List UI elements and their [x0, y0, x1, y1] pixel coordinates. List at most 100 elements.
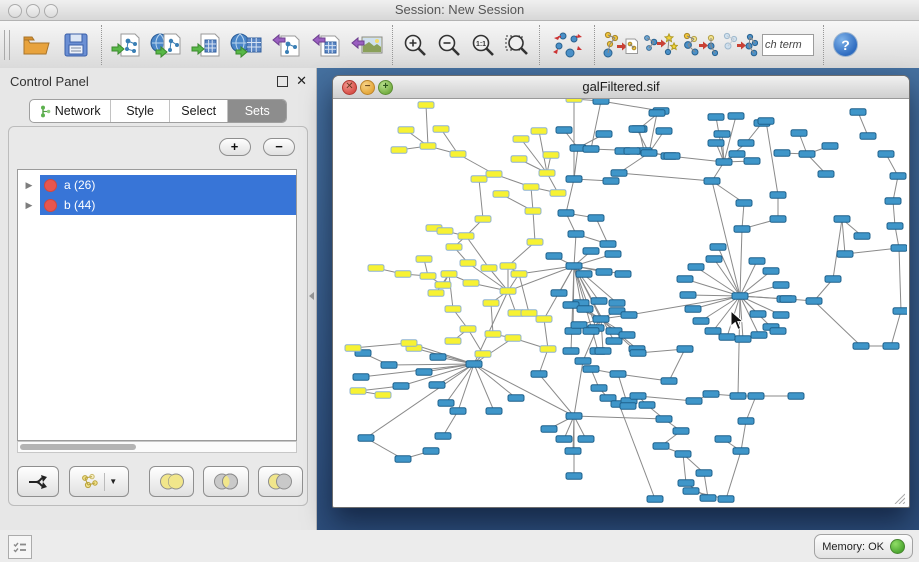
network-node[interactable]: [450, 408, 466, 415]
network-node[interactable]: [531, 371, 547, 378]
network-node[interactable]: [566, 413, 582, 420]
network-node[interactable]: [653, 443, 669, 450]
network-node[interactable]: [735, 336, 751, 343]
export-image-button[interactable]: [347, 24, 387, 66]
list-item-set-a[interactable]: ▶ a (26): [18, 175, 296, 195]
network-node[interactable]: [550, 190, 566, 197]
network-node[interactable]: [677, 346, 693, 353]
network-node[interactable]: [500, 263, 516, 270]
network-node[interactable]: [375, 392, 391, 399]
network-node[interactable]: [891, 245, 907, 252]
network-node[interactable]: [885, 198, 901, 205]
network-node[interactable]: [441, 271, 457, 278]
network-window-titlebar[interactable]: ✕ − + galFiltered.sif: [333, 76, 909, 99]
memory-status-button[interactable]: Memory: OK: [814, 534, 913, 559]
network-node[interactable]: [353, 374, 369, 381]
network-node[interactable]: [773, 282, 789, 289]
network-node[interactable]: [445, 306, 461, 313]
network-node[interactable]: [728, 113, 744, 120]
tab-style[interactable]: Style: [111, 100, 170, 122]
network-node[interactable]: [556, 127, 572, 134]
network-node[interactable]: [738, 418, 754, 425]
import-table-url-button[interactable]: [227, 24, 267, 66]
network-node[interactable]: [475, 351, 491, 358]
network-node[interactable]: [416, 369, 432, 376]
network-node[interactable]: [630, 350, 646, 357]
difference-button[interactable]: [258, 466, 303, 497]
resize-grip-icon[interactable]: [893, 492, 905, 504]
network-node[interactable]: [463, 280, 479, 287]
show-selection-button[interactable]: [720, 24, 760, 66]
network-node[interactable]: [381, 362, 397, 369]
network-node[interactable]: [710, 244, 726, 251]
network-node[interactable]: [430, 354, 446, 361]
network-node[interactable]: [556, 436, 572, 443]
float-panel-icon[interactable]: [277, 76, 288, 87]
split-set-button[interactable]: [17, 466, 59, 497]
network-node[interactable]: [822, 143, 838, 150]
network-node[interactable]: [890, 173, 906, 180]
network-node[interactable]: [593, 99, 609, 104]
network-node[interactable]: [420, 273, 436, 280]
network-node[interactable]: [583, 146, 599, 153]
network-node[interactable]: [350, 388, 366, 395]
network-node[interactable]: [575, 358, 591, 365]
network-node[interactable]: [588, 215, 604, 222]
network-node[interactable]: [563, 348, 579, 355]
network-node[interactable]: [834, 216, 850, 223]
import-network-file-button[interactable]: [107, 24, 147, 66]
network-node[interactable]: [416, 256, 432, 263]
network-node[interactable]: [619, 332, 635, 339]
network-node[interactable]: [566, 176, 582, 183]
network-node[interactable]: [437, 228, 453, 235]
network-node[interactable]: [428, 290, 444, 297]
network-node[interactable]: [345, 345, 361, 352]
network-canvas[interactable]: [333, 99, 907, 506]
network-node[interactable]: [708, 114, 724, 121]
network-node[interactable]: [685, 306, 701, 313]
network-node[interactable]: [536, 316, 552, 323]
network-node[interactable]: [481, 265, 497, 272]
network-node[interactable]: [704, 178, 720, 185]
horizontal-scrollbar[interactable]: [17, 441, 297, 453]
network-node[interactable]: [531, 128, 547, 135]
network-node[interactable]: [629, 126, 645, 133]
network-node[interactable]: [718, 496, 734, 503]
network-node[interactable]: [733, 448, 749, 455]
network-node[interactable]: [763, 268, 779, 275]
network-node[interactable]: [688, 264, 704, 271]
zoom-fit-button[interactable]: 1:1: [466, 24, 500, 66]
network-node[interactable]: [591, 385, 607, 392]
network-node[interactable]: [486, 171, 502, 178]
network-node[interactable]: [475, 216, 491, 223]
network-node[interactable]: [734, 226, 750, 233]
network-node[interactable]: [883, 343, 899, 350]
network-graph[interactable]: [333, 99, 907, 506]
network-node[interactable]: [664, 153, 680, 160]
network-node[interactable]: [393, 383, 409, 390]
tab-select[interactable]: Select: [170, 100, 229, 122]
network-node[interactable]: [566, 263, 582, 270]
export-table-button[interactable]: [307, 24, 347, 66]
network-node[interactable]: [568, 231, 584, 238]
import-table-file-button[interactable]: [187, 24, 227, 66]
network-node[interactable]: [543, 152, 559, 159]
network-node[interactable]: [610, 371, 626, 378]
network-node[interactable]: [591, 298, 607, 305]
import-network-url-button[interactable]: [147, 24, 187, 66]
network-node[interactable]: [716, 159, 732, 166]
zoom-in-button[interactable]: [398, 24, 432, 66]
intersection-button[interactable]: [203, 466, 248, 497]
network-node[interactable]: [799, 151, 815, 158]
network-node[interactable]: [577, 306, 593, 313]
select-from-file-button[interactable]: [640, 24, 680, 66]
zoom-selected-button[interactable]: [500, 24, 534, 66]
network-node[interactable]: [680, 292, 696, 299]
network-node[interactable]: [661, 378, 677, 385]
network-node[interactable]: [395, 456, 411, 463]
network-node[interactable]: [621, 312, 637, 319]
network-node[interactable]: [700, 495, 716, 502]
network-node[interactable]: [420, 143, 436, 150]
remove-set-button[interactable]: −: [263, 138, 295, 156]
network-node[interactable]: [878, 151, 894, 158]
